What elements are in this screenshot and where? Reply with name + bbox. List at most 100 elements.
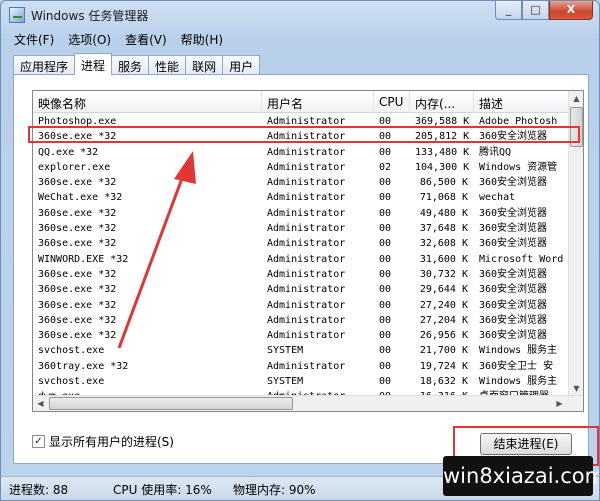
table-row[interactable]: 360tray.exe *32 Administrator 00 19,724 K 36…: [33, 359, 570, 374]
process-cpu: 00: [379, 192, 392, 204]
show-all-users-checkbox[interactable]: ✓ 显示所有用户的进程(S): [32, 433, 174, 450]
table-row[interactable]: 360se.exe *32 Administrator 00 27,204 K 360安…: [33, 313, 570, 328]
process-cpu: 00: [379, 207, 392, 219]
process-description: 360安全浏览器: [479, 299, 548, 311]
process-memory: 31,600 K: [419, 253, 468, 265]
menu-file[interactable]: 文件(F): [7, 29, 61, 49]
process-memory: 49,480 K: [419, 207, 468, 219]
process-name: 360tray.exe *32: [38, 360, 129, 372]
table-row[interactable]: 360se.exe *32 Administrator 00 26,956 K 360安…: [33, 328, 570, 343]
process-memory: 133,480 K: [415, 146, 470, 158]
table-row[interactable]: explorer.exe Administrator 02 104,300 K Wind…: [33, 160, 570, 175]
process-memory: 18,632 K: [419, 376, 468, 388]
process-memory: 71,068 K: [419, 192, 468, 204]
table-row[interactable]: WINWORD.EXE *32 Administrator 00 31,600 K Mi…: [33, 252, 570, 267]
process-memory: 29,644 K: [419, 284, 468, 296]
process-name: explorer.exe: [38, 161, 111, 173]
process-name: 360se.exe *32: [38, 299, 117, 311]
process-cpu: 00: [379, 238, 392, 250]
scroll-left-icon[interactable]: ◀: [33, 396, 48, 411]
close-button[interactable]: X: [549, 1, 593, 20]
process-description: 360安全浏览器: [479, 177, 548, 189]
table-row[interactable]: 360se.exe *32 Administrator 00 29,644 K 360安…: [33, 282, 570, 297]
scroll-right-icon[interactable]: ▶: [552, 396, 567, 411]
process-cpu: 00: [379, 314, 392, 326]
minimize-button[interactable]: _: [495, 1, 522, 20]
process-cpu: 00: [379, 360, 392, 372]
horizontal-scroll-thumb[interactable]: [49, 397, 293, 410]
process-cpu: 00: [379, 177, 392, 189]
scroll-down-icon[interactable]: ▼: [569, 381, 583, 396]
process-description: 360安全浏览器: [479, 314, 548, 326]
table-row[interactable]: WeChat.exe *32 Administrator 00 71,068 K wec…: [33, 190, 570, 205]
process-name: 360se.exe *32: [38, 284, 117, 296]
process-name: WeChat.exe *32: [38, 192, 123, 204]
table-row[interactable]: 360se.exe *32 Administrator 00 49,480 K 360安…: [33, 206, 570, 221]
checkbox-check-icon[interactable]: ✓: [32, 435, 45, 448]
task-manager-icon: [9, 7, 25, 23]
column-cpu[interactable]: CPU: [374, 91, 410, 113]
maximize-button[interactable]: □: [522, 1, 549, 20]
table-row[interactable]: QQ.exe *32 Administrator 00 133,480 K 腾讯QQ: [33, 145, 570, 160]
process-name: 360se.exe *32: [38, 314, 117, 326]
process-user: SYSTEM: [267, 345, 304, 357]
process-name: WINWORD.EXE *32: [38, 253, 129, 265]
process-user: Administrator: [267, 238, 346, 250]
table-row[interactable]: 360se.exe *32 Administrator 00 205,812 K 360…: [33, 129, 570, 144]
status-physical-memory: 物理内存: 90%: [233, 483, 316, 497]
menu-options[interactable]: 选项(O): [61, 29, 118, 49]
process-name: 360se.exe *32: [38, 330, 117, 342]
menu-view[interactable]: 查看(V): [118, 29, 174, 49]
tab-users[interactable]: 用户: [222, 55, 261, 74]
process-memory: 27,204 K: [419, 314, 468, 326]
process-user: Administrator: [267, 131, 346, 143]
process-cpu: 00: [379, 223, 392, 235]
vertical-scroll-thumb[interactable]: [570, 107, 583, 147]
process-description: Windows 服务主: [479, 345, 558, 357]
table-row[interactable]: svchost.exe SYSTEM 00 21,700 K Windows 服务主: [33, 343, 570, 358]
title-bar[interactable]: Windows 任务管理器 _ □ X: [1, 1, 599, 29]
status-process-count: 进程数: 88: [9, 483, 69, 497]
process-description: 360安全浏览器: [479, 238, 548, 250]
table-row[interactable]: 360se.exe *32 Administrator 00 86,500 K 360安…: [33, 175, 570, 190]
process-name: svchost.exe: [38, 345, 105, 357]
window-controls: _ □ X: [495, 1, 593, 20]
horizontal-scrollbar[interactable]: ◀ ▶: [33, 395, 583, 411]
table-row[interactable]: 360se.exe *32 Administrator 00 27,240 K 360安…: [33, 298, 570, 313]
process-description: Microsoft Word: [479, 253, 564, 265]
table-row[interactable]: 360se.exe *32 Administrator 00 32,608 K 360安…: [33, 236, 570, 251]
tab-services[interactable]: 服务: [111, 55, 150, 74]
end-process-button[interactable]: 结束进程(E): [480, 433, 572, 455]
table-row[interactable]: 360se.exe *32 Administrator 00 37,648 K 360安…: [33, 221, 570, 236]
column-description[interactable]: 描述: [474, 91, 570, 113]
tab-processes[interactable]: 进程: [74, 53, 113, 75]
process-list-header: 映像名称 用户名 CPU 内存(... 描述: [33, 91, 570, 113]
table-row[interactable]: svchost.exe SYSTEM 00 18,632 K Windows 服务主: [33, 374, 570, 389]
menu-help[interactable]: 帮助(H): [174, 29, 230, 49]
process-name: 360se.exe *32: [38, 207, 117, 219]
process-cpu: 00: [379, 253, 392, 265]
column-user-name[interactable]: 用户名: [262, 91, 374, 113]
process-list[interactable]: 映像名称 用户名 CPU 内存(... 描述 Photoshop.exe Admi…: [32, 90, 584, 412]
process-description: 360安全浏览器: [479, 207, 548, 219]
vertical-scrollbar[interactable]: ▲ ▼: [568, 91, 583, 396]
table-row[interactable]: Photoshop.exe Administrator 00 369,588 K Ado…: [33, 114, 570, 129]
tab-networking[interactable]: 联网: [185, 55, 224, 74]
scroll-up-icon[interactable]: ▲: [569, 91, 583, 106]
process-memory: 86,500 K: [419, 177, 468, 189]
window-title: Windows 任务管理器: [31, 9, 149, 23]
column-image-name[interactable]: 映像名称: [33, 91, 262, 113]
table-row[interactable]: 360se.exe *32 Administrator 00 30,732 K 360安…: [33, 267, 570, 282]
tab-performance[interactable]: 性能: [148, 55, 187, 74]
process-description: 360安全浏览器: [479, 223, 548, 235]
process-description: Windows 资源管: [479, 161, 558, 173]
column-memory[interactable]: 内存(...: [410, 91, 474, 113]
process-memory: 21,700 K: [419, 345, 468, 357]
process-cpu: 00: [379, 376, 392, 388]
process-description: 360安全浏览器: [479, 330, 548, 342]
tab-strip: 应用程序 进程 服务 性能 联网 用户: [13, 53, 261, 75]
tab-applications[interactable]: 应用程序: [13, 55, 76, 74]
process-memory: 369,588 K: [415, 116, 470, 127]
process-memory: 19,724 K: [419, 360, 468, 372]
process-name: QQ.exe *32: [38, 146, 99, 158]
